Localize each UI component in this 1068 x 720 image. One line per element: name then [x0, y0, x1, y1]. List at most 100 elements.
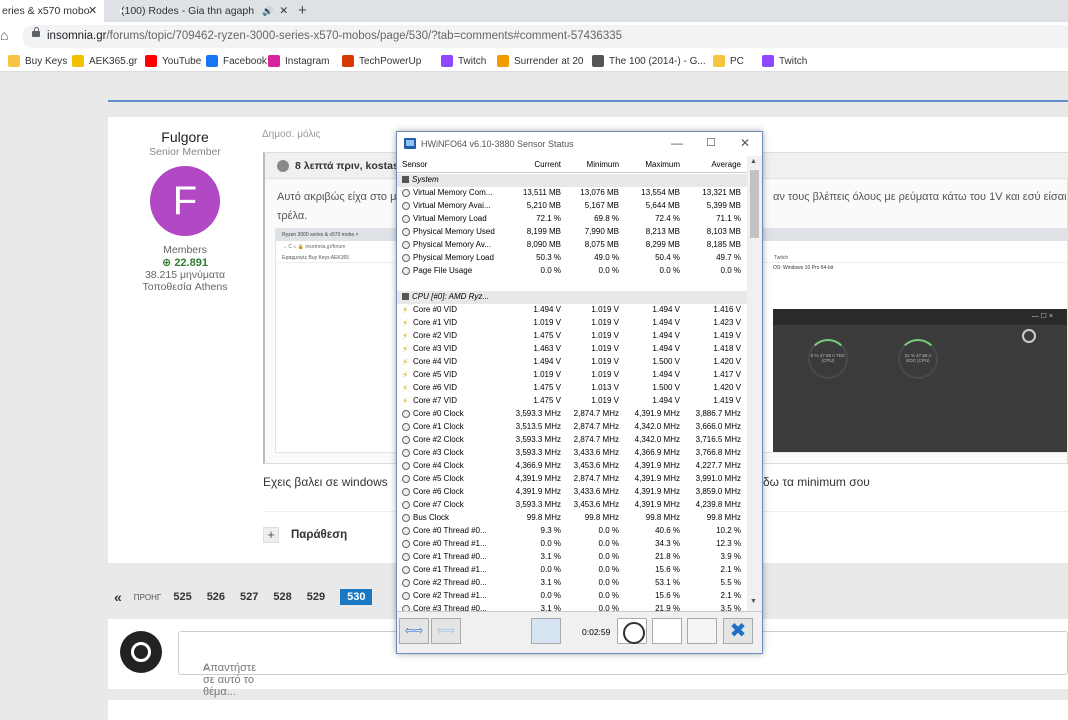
- column-header[interactable]: Minimum: [561, 160, 619, 169]
- page-link[interactable]: 525: [173, 591, 191, 603]
- sensor-row[interactable]: ⚡ Core #5 VID 1.019 V 1.019 V 1.494 V 1.417 V: [397, 369, 747, 382]
- network-icon[interactable]: [531, 618, 561, 644]
- sensor-row[interactable]: ⚡ Core #3 VID 1.463 V 1.019 V 1.494 V 1.418 V: [397, 343, 747, 356]
- bookmark-the-100-2014-g[interactable]: The 100 (2014-) - G...: [592, 55, 706, 67]
- collapse-arrows-button[interactable]: ⇦⇨: [399, 618, 429, 644]
- sensor-row[interactable]: ⚡ Core #6 VID 1.475 V 1.013 V 1.500 V 1.420 V: [397, 382, 747, 395]
- average-value: 99.8 MHz: [706, 513, 741, 522]
- new-tab-button[interactable]: +: [298, 2, 307, 19]
- sensor-row[interactable]: Physical Memory Av... 8,090 MB 8,075 MB 8,2…: [397, 239, 747, 252]
- sensor-row[interactable]: Virtual Memory Load 72.1 % 69.8 % 72.4 % 71.…: [397, 213, 747, 226]
- average-value: 12.3 %: [716, 539, 741, 548]
- device-icon: [402, 293, 409, 300]
- url-field[interactable]: insomnia.gr/forums/topic/709462-ryzen-30…: [22, 25, 1068, 48]
- bookmark-twitch[interactable]: Twitch: [762, 55, 807, 67]
- page-link[interactable]: 529: [307, 591, 325, 603]
- sensor-row[interactable]: Core #1 Thread #0... 3.1 % 0.0 % 21.8 % 3.9 …: [397, 551, 747, 564]
- quote-text-line2: τρέλα.: [277, 210, 308, 222]
- sensor-group-row[interactable]: CPU [#0]: AMD Ryz...: [397, 291, 747, 304]
- hwinfo-titlebar[interactable]: HWiNFO64 v6.10-3880 Sensor Status — ☐ ✕: [397, 132, 762, 156]
- author-name[interactable]: Fulgore: [108, 129, 262, 145]
- quote-arrow-icon[interactable]: [277, 160, 289, 172]
- url-text[interactable]: insomnia.gr/forums/topic/709462-ryzen-30…: [47, 30, 622, 42]
- close-sensors-icon[interactable]: ✖: [723, 618, 753, 644]
- column-header[interactable]: Sensor: [402, 160, 427, 169]
- sensor-row[interactable]: Core #3 Clock 3,593.3 MHz 3,433.6 MHz 4,366…: [397, 447, 747, 460]
- bookmark-surrender-at-20[interactable]: Surrender at 20: [497, 55, 584, 67]
- first-page-button[interactable]: «: [114, 589, 122, 605]
- scroll-up-icon[interactable]: ▲: [750, 158, 757, 165]
- sensor-row[interactable]: ⚡ Core #1 VID 1.019 V 1.019 V 1.494 V 1.423 V: [397, 317, 747, 330]
- user-avatar[interactable]: [120, 631, 162, 673]
- sensor-row[interactable]: Core #2 Thread #0... 3.1 % 0.0 % 53.1 % 5.5 …: [397, 577, 747, 590]
- sensor-row[interactable]: Core #0 Thread #0... 9.3 % 0.0 % 40.6 % 10.2…: [397, 525, 747, 538]
- bookmark-instagram[interactable]: Instagram: [268, 55, 329, 67]
- sensor-row[interactable]: Page File Usage 0.0 % 0.0 % 0.0 % 0.0 %: [397, 265, 747, 278]
- prev-page-button[interactable]: ΠΡΟΗΓ: [134, 593, 162, 602]
- sensor-row[interactable]: Core #2 Clock 3,593.3 MHz 2,874.7 MHz 4,342…: [397, 434, 747, 447]
- bookmark-youtube[interactable]: YouTube: [145, 55, 201, 67]
- bookmark-aek365-gr[interactable]: AEK365.gr: [72, 55, 137, 67]
- page-link[interactable]: 526: [207, 591, 225, 603]
- bookmark-facebook[interactable]: Facebook: [206, 55, 267, 67]
- close-button[interactable]: ✕: [740, 136, 750, 150]
- sensor-row[interactable]: Bus Clock 99.8 MHz 99.8 MHz 99.8 MHz 99.8 MH…: [397, 512, 747, 525]
- scrollbar-thumb[interactable]: [750, 170, 759, 238]
- report-icon[interactable]: [652, 618, 682, 644]
- scroll-down-icon[interactable]: ▼: [750, 598, 757, 605]
- sensor-name-cell: ⚡ Core #5 VID: [402, 370, 457, 379]
- close-tab-icon[interactable]: ✕: [279, 5, 288, 17]
- current-value: 3,593.3 MHz: [515, 435, 561, 444]
- bookmark-pc[interactable]: PC: [713, 55, 744, 67]
- sensor-group-row[interactable]: System: [397, 174, 747, 187]
- bookmark-twitch[interactable]: Twitch: [441, 55, 486, 67]
- column-header[interactable]: Maximum: [619, 160, 680, 169]
- minimum-value: 0.0 %: [598, 591, 619, 600]
- tab-insomnia[interactable]: eries & x570 mobo ✕: [0, 0, 104, 22]
- bookmark-techpowerup[interactable]: TechPowerUp: [342, 55, 421, 67]
- sensor-row[interactable]: Core #6 Clock 4,391.9 MHz 3,433.6 MHz 4,391…: [397, 486, 747, 499]
- lock-icon[interactable]: [32, 27, 40, 37]
- close-tab-icon[interactable]: ✕: [88, 4, 97, 17]
- expand-arrows-button[interactable]: ⇦⇨: [431, 618, 461, 644]
- clock-reset-icon[interactable]: [617, 618, 647, 644]
- scrollbar[interactable]: ▲ ▼: [747, 156, 762, 611]
- sensor-row[interactable]: ⚡ Core #7 VID 1.475 V 1.019 V 1.494 V 1.419 V: [397, 395, 747, 408]
- page-link[interactable]: 528: [273, 591, 291, 603]
- sensor-row[interactable]: Core #1 Thread #1... 0.0 % 0.0 % 15.6 % 2.1 …: [397, 564, 747, 577]
- sensor-row[interactable]: Core #0 Clock 3,593.3 MHz 2,874.7 MHz 4,391…: [397, 408, 747, 421]
- speaker-icon[interactable]: 🔊: [262, 6, 273, 17]
- sensor-row[interactable]: Core #4 Clock 4,366.9 MHz 3,453.6 MHz 4,391…: [397, 460, 747, 473]
- post-date[interactable]: Δημοσ. μόλις: [262, 129, 320, 140]
- avatar[interactable]: F: [150, 166, 220, 236]
- maximize-button[interactable]: ☐: [706, 136, 716, 149]
- home-icon[interactable]: ⌂: [0, 27, 13, 43]
- hwinfo-title: HWiNFO64 v6.10-3880 Sensor Status: [421, 139, 574, 149]
- column-header[interactable]: Current: [489, 160, 561, 169]
- tab-youtube[interactable]: (100) Rodes - Gia thn agaph 🔊 ✕ |: [113, 0, 293, 22]
- sensor-row[interactable]: ⚡ Core #4 VID 1.494 V 1.019 V 1.500 V 1.420 V: [397, 356, 747, 369]
- sensor-row[interactable]: ⚡ Core #2 VID 1.475 V 1.019 V 1.494 V 1.419 V: [397, 330, 747, 343]
- sensor-row[interactable]: Virtual Memory Avai... 5,210 MB 5,167 MB 5,…: [397, 200, 747, 213]
- hwinfo-window[interactable]: HWiNFO64 v6.10-3880 Sensor Status — ☐ ✕ …: [396, 131, 763, 654]
- bookmark-buy-keys[interactable]: Buy Keys: [8, 55, 67, 67]
- current-page[interactable]: 530: [340, 589, 373, 605]
- page-link[interactable]: 527: [240, 591, 258, 603]
- settings-icon[interactable]: [687, 618, 717, 644]
- column-header[interactable]: Average: [680, 160, 741, 169]
- sensor-row[interactable]: Physical Memory Used 8,199 MB 7,990 MB 8,21…: [397, 226, 747, 239]
- minimize-button[interactable]: —: [671, 136, 683, 150]
- sensor-name: Core #1 Clock: [413, 422, 464, 431]
- sensor-row[interactable]: Virtual Memory Com... 13,511 MB 13,076 MB 1…: [397, 187, 747, 200]
- sensor-row[interactable]: Core #3 Thread #0... 3.1 % 0.0 % 21.9 % 3.5 …: [397, 603, 747, 611]
- sensor-row[interactable]: Core #7 Clock 3,593.3 MHz 3,453.6 MHz 4,391…: [397, 499, 747, 512]
- sensor-row[interactable]: Core #0 Thread #1... 0.0 % 0.0 % 34.3 % 12.3…: [397, 538, 747, 551]
- sensor-row[interactable]: Core #5 Clock 4,391.9 MHz 2,874.7 MHz 4,391…: [397, 473, 747, 486]
- sensor-row[interactable]: ⚡ Core #0 VID 1.494 V 1.019 V 1.494 V 1.416 V: [397, 304, 747, 317]
- voltage-icon: ⚡: [402, 356, 409, 367]
- sensor-row[interactable]: Core #2 Thread #1... 0.0 % 0.0 % 15.6 % 2.1 …: [397, 590, 747, 603]
- quote-author[interactable]: 8 λεπτά πριν, kostas78: [295, 160, 410, 172]
- sensor-row[interactable]: Physical Memory Load 50.3 % 49.0 % 50.4 % 49…: [397, 252, 747, 265]
- sensor-row[interactable]: Core #1 Clock 3,513.5 MHz 2,874.7 MHz 4,342…: [397, 421, 747, 434]
- quote-button[interactable]: + Παράθεση: [263, 527, 347, 543]
